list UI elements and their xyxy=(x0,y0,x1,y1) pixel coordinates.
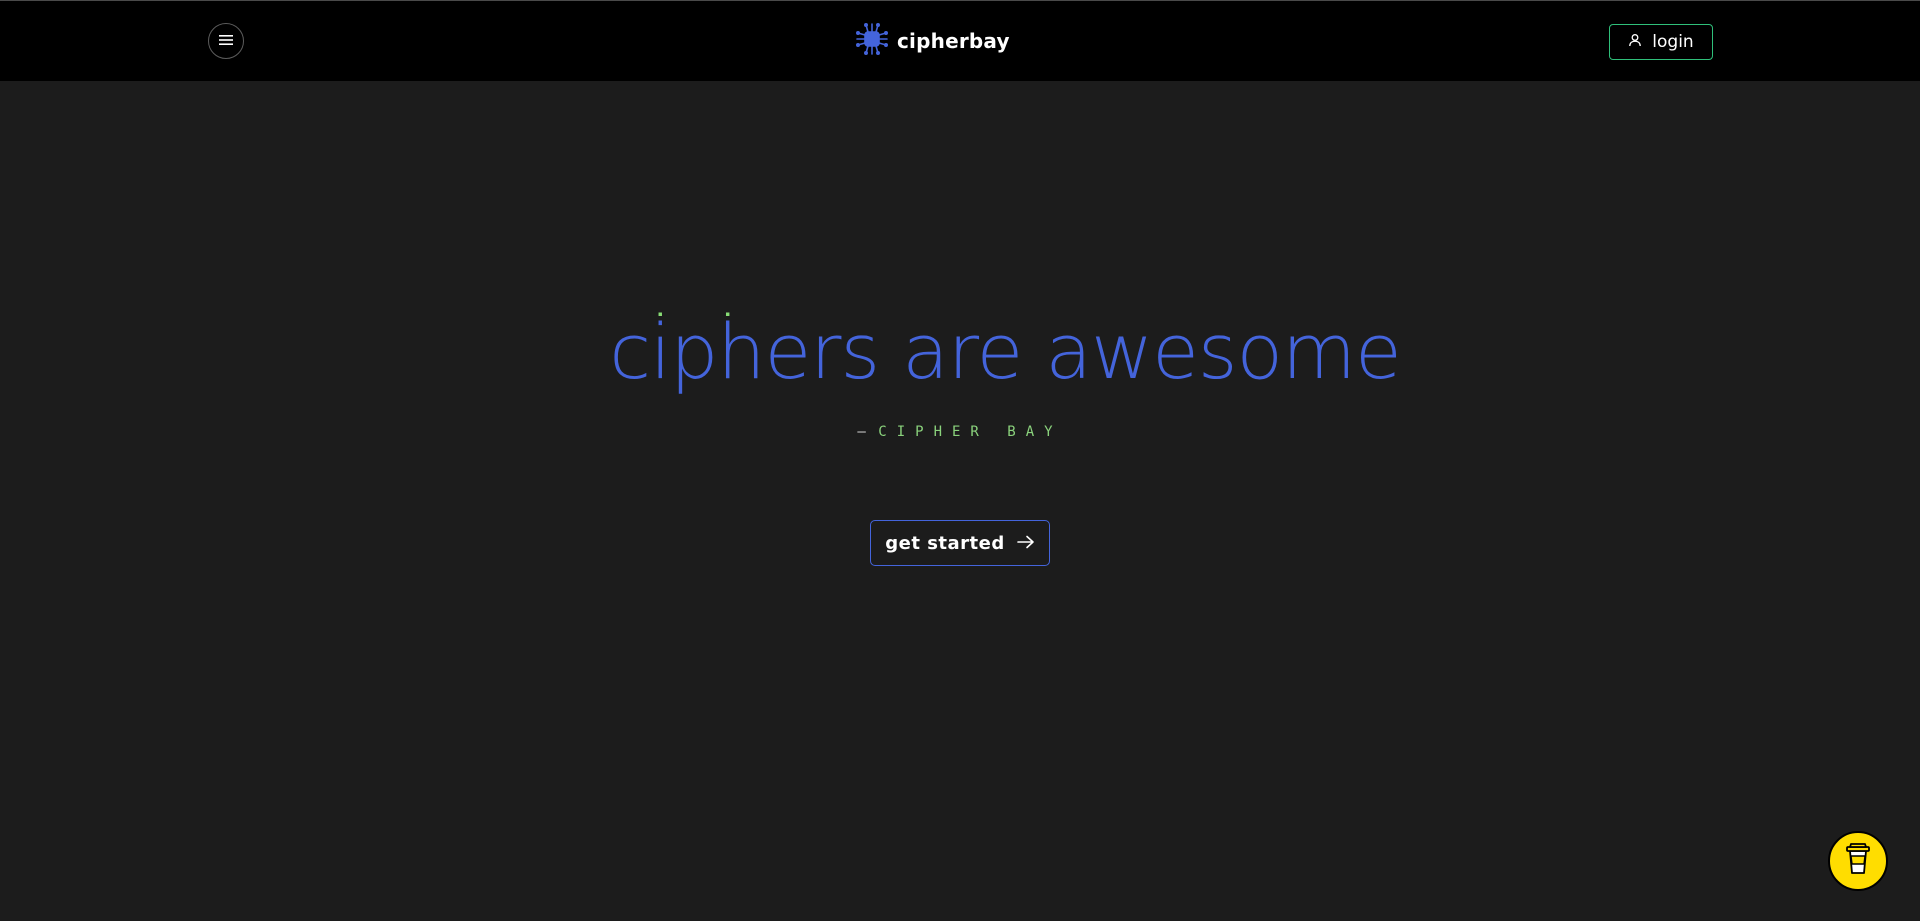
navbar: cipherbay login xyxy=(0,1,1920,81)
arrow-right-icon xyxy=(1016,533,1035,554)
login-button[interactable]: login xyxy=(1609,24,1713,60)
coffee-cup-icon xyxy=(1844,842,1872,880)
get-started-button[interactable]: get started xyxy=(870,520,1050,566)
brand-logo-link[interactable]: cipherbay xyxy=(855,22,1010,60)
hero-title: ciphers are awesome ciphers are awesome xyxy=(0,299,1920,402)
buy-me-a-coffee-button[interactable] xyxy=(1828,831,1888,891)
hamburger-icon xyxy=(218,32,234,51)
tagline-dash: — xyxy=(857,424,879,440)
menu-button[interactable] xyxy=(208,23,244,59)
user-icon xyxy=(1628,32,1642,52)
get-started-label: get started xyxy=(885,532,1005,554)
chip-icon xyxy=(855,22,889,60)
hero-title-text: ciphers are awesome xyxy=(609,307,1402,396)
brand-name: cipherbay xyxy=(897,29,1010,53)
tagline-text: CIPHER BAY xyxy=(878,424,1063,440)
login-label: login xyxy=(1652,32,1694,52)
hero-tagline: — CIPHER BAY xyxy=(0,424,1920,440)
